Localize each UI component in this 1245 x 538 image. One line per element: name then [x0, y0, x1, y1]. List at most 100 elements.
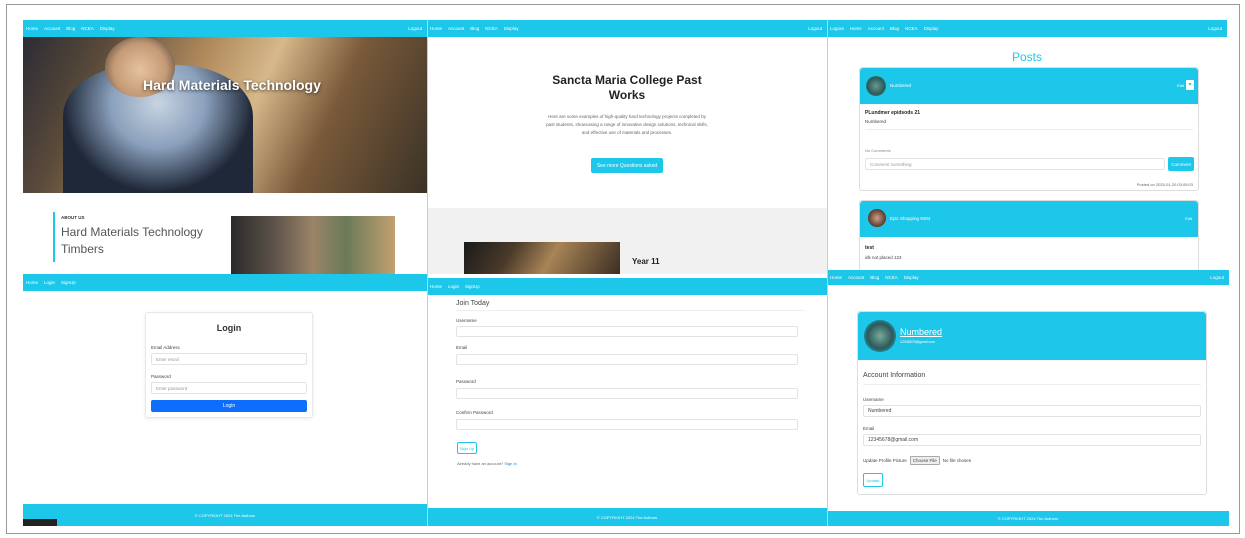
post-subtitle: idk not placed 123 [865, 255, 902, 260]
already-text: Already have an account? [457, 461, 504, 466]
nav-display[interactable]: Display [904, 275, 919, 280]
hero-title: Hard Materials Technology [143, 77, 321, 93]
signup-panel: Home Login SignUp Join Today Username Em… [427, 278, 827, 526]
post-title: test [865, 245, 874, 251]
nav-login[interactable]: Login [44, 280, 55, 285]
screenshot-collage: Home Account Blog NCEA Display Logout Ha… [6, 4, 1240, 534]
posts-panel: Logout Home Account Blog NCEA Display Lo… [827, 20, 1227, 274]
nav-blog[interactable]: Blog [890, 26, 899, 31]
nav-logout-right[interactable]: Logout [1208, 26, 1222, 31]
nav-account[interactable]: Account [868, 26, 884, 31]
nav-ncea[interactable]: NCEA [485, 26, 498, 31]
post-subtitle: Numbered [865, 119, 887, 124]
nav-logout[interactable]: Logout [830, 26, 844, 31]
profile-picture-row: Update Profile Picture Choose File No fi… [863, 456, 971, 465]
work-image [464, 242, 620, 274]
signup-button[interactable]: Sign Up [457, 442, 477, 454]
past-works-panel: Home Account Blog NCEA Display Logout Sa… [427, 20, 827, 274]
nav-home[interactable]: Home [430, 284, 442, 289]
signin-prompt: Already have an account? Sign In [457, 461, 517, 466]
post-username[interactable]: Numbered [890, 83, 911, 88]
login-panel: Home Login SignUp Login Email Address En… [23, 274, 427, 526]
panel-divider-vertical [827, 20, 828, 526]
login-button[interactable]: Login [151, 400, 307, 412]
email-label: Email [863, 426, 875, 431]
dark-corner-tab [23, 519, 57, 526]
account-card: Numbered 12345678@gmail.com Account Info… [857, 311, 1207, 495]
nav-blog[interactable]: Blog [870, 275, 879, 280]
hero-image: Hard Materials Technology [23, 37, 427, 193]
navbar: Home Account Blog NCEA Display Logout [827, 270, 1229, 285]
nav-home[interactable]: Home [26, 280, 38, 285]
email-input[interactable] [456, 354, 798, 365]
no-file-text: No file chosen [942, 458, 972, 463]
password-input[interactable]: Enter password [151, 382, 307, 394]
join-title: Join Today [456, 300, 490, 307]
nav-account[interactable]: Account [848, 275, 864, 280]
comment-input[interactable]: Comment something [865, 158, 1165, 170]
comment-button[interactable]: Comment [1168, 157, 1194, 171]
nav-display[interactable]: Display [100, 26, 115, 31]
navbar: Home Login SignUp [23, 274, 427, 291]
page-title-line2: Works [608, 88, 646, 102]
nav-signup[interactable]: SignUp [61, 280, 76, 285]
post-header: Epic Shopping 9494 Edit [860, 201, 1198, 237]
dropdown-icon[interactable]: ▾ [1186, 80, 1194, 90]
nav-display[interactable]: Display [924, 26, 939, 31]
nav-signup[interactable]: SignUp [465, 284, 480, 289]
post-card: Numbered Edit ▾ PLundmer epidsods 21 Num… [859, 67, 1199, 191]
about-title-line1: Hard Materials Technology [61, 225, 203, 239]
login-title: Login [216, 323, 242, 333]
username-label: Username [456, 318, 477, 323]
post-card: Epic Shopping 9494 Edit test idk not pla… [859, 200, 1199, 274]
password-input[interactable] [456, 388, 798, 399]
nav-account[interactable]: Account [44, 26, 60, 31]
nav-ncea[interactable]: NCEA [81, 26, 94, 31]
navbar: Home Login SignUp [427, 278, 827, 295]
signin-link[interactable]: Sign In [504, 461, 516, 466]
footer: © COPYRIGHT 2024 The Authors [427, 508, 827, 526]
email-label: Email Address [151, 345, 180, 350]
nav-login[interactable]: Login [448, 284, 459, 289]
nav-logout[interactable]: Logout [808, 26, 822, 31]
username-input[interactable]: Numbered [863, 405, 1201, 417]
posted-timestamp: Posted on 2025-01-20 03:05:03 [1136, 182, 1193, 187]
page-description: Here are some examples of high-quality h… [546, 114, 708, 135]
nav-logout[interactable]: Logout [1210, 275, 1224, 280]
footer: © COPYRIGHT 2024 The Authors [23, 504, 427, 526]
see-more-button[interactable]: See more Questions asked [591, 158, 663, 173]
account-panel: Home Account Blog NCEA Display Logout Nu… [827, 270, 1229, 526]
update-button[interactable]: Update [863, 473, 883, 487]
profile-header: Numbered 12345678@gmail.com [858, 312, 1206, 360]
account-info-heading: Account Information [863, 372, 926, 379]
nav-blog[interactable]: Blog [66, 26, 75, 31]
password-label: Password [456, 379, 476, 384]
nav-account[interactable]: Account [448, 26, 464, 31]
username-input[interactable] [456, 326, 798, 337]
nav-home[interactable]: Home [430, 26, 442, 31]
comments-label: No Comments [865, 148, 891, 153]
nav-display[interactable]: Display [504, 26, 519, 31]
email-input[interactable]: 12345678@gmail.com [863, 434, 1201, 446]
edit-badge[interactable]: Edit [1185, 216, 1192, 221]
join-divider [456, 310, 805, 311]
nav-ncea[interactable]: NCEA [885, 275, 898, 280]
choose-file-button[interactable]: Choose File [909, 456, 940, 465]
picture-label: Update Profile Picture [863, 458, 907, 463]
profile-name[interactable]: Numbered [900, 327, 942, 337]
edit-badge[interactable]: Edit [1177, 83, 1184, 88]
account-divider [863, 384, 1201, 385]
nav-home[interactable]: Home [26, 26, 38, 31]
nav-logout[interactable]: Logout [408, 26, 422, 31]
post-username[interactable]: Epic Shopping 9494 [890, 216, 930, 221]
home-page-panel: Home Account Blog NCEA Display Logout Ha… [23, 20, 427, 274]
nav-home[interactable]: Home [850, 26, 862, 31]
confirm-password-input[interactable] [456, 419, 798, 430]
nav-blog[interactable]: Blog [470, 26, 479, 31]
email-label: Email [456, 345, 468, 350]
email-input[interactable]: Enter email [151, 353, 307, 365]
nav-ncea[interactable]: NCEA [905, 26, 918, 31]
nav-home[interactable]: Home [830, 275, 842, 280]
posts-heading: Posts [1011, 50, 1042, 64]
navbar: Home Account Blog NCEA Display Logout [427, 20, 827, 37]
